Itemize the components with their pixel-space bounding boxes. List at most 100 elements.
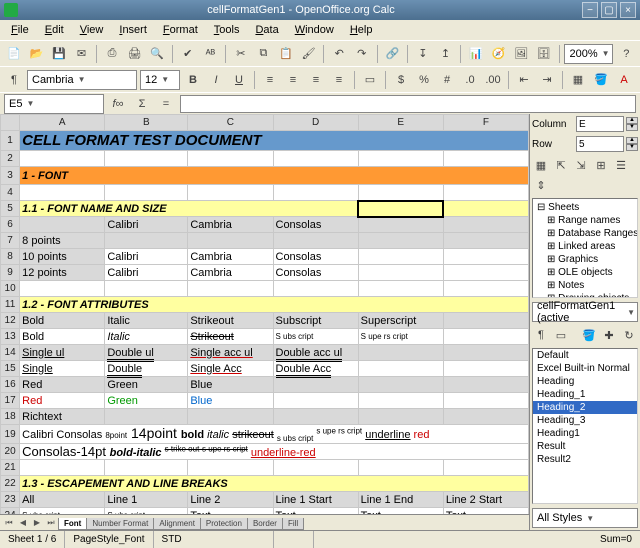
styles-filter-combo[interactable]: All Styles▼ (532, 508, 638, 528)
sheet-tab[interactable]: Font (58, 518, 87, 530)
sheet-tab[interactable]: Fill (282, 518, 304, 530)
number-icon[interactable]: # (437, 70, 457, 90)
nav-column-input[interactable] (576, 116, 624, 132)
tab-next-icon[interactable]: ▶ (30, 518, 44, 527)
name-box[interactable]: E5▼ (4, 94, 104, 114)
bold-icon[interactable]: B (183, 70, 203, 90)
styles-icon[interactable]: ¶ (4, 70, 24, 90)
font-name-combo[interactable]: Cambria▼ (27, 70, 137, 90)
menu-tools[interactable]: Tools (207, 22, 247, 38)
navigator-tree[interactable]: ⊟ Sheets⊞ Range names⊞ Database Ranges⊞ … (532, 198, 638, 298)
style-item[interactable]: Heading_1 (533, 388, 637, 401)
currency-icon[interactable]: $ (391, 70, 411, 90)
border-icon[interactable]: ▦ (568, 70, 588, 90)
style-item[interactable]: Result (533, 440, 637, 453)
fill-format-icon[interactable]: 🪣 (580, 326, 598, 344)
tree-item[interactable]: ⊞ Linked areas (535, 240, 635, 253)
menu-window[interactable]: Window (288, 22, 341, 38)
email-icon[interactable]: ✉ (72, 44, 92, 64)
pdf-icon[interactable]: ⎙ (102, 44, 122, 64)
para-styles-icon[interactable]: ¶ (532, 326, 550, 344)
align-center-icon[interactable]: ≡ (283, 70, 303, 90)
update-style-icon[interactable]: ↻ (620, 326, 638, 344)
paste-icon[interactable]: 📋 (276, 44, 296, 64)
cell-styles-icon[interactable]: ▭ (552, 326, 570, 344)
menu-format[interactable]: Format (156, 22, 205, 38)
tree-item[interactable]: ⊞ Graphics (535, 253, 635, 266)
sort-asc-icon[interactable]: ↧ (413, 44, 433, 64)
active-cell[interactable] (358, 201, 443, 217)
style-item[interactable]: Heading_2 (533, 401, 637, 414)
tree-item[interactable]: ⊟ Sheets (535, 201, 635, 214)
tree-item[interactable]: ⊞ OLE objects (535, 266, 635, 279)
navigator-icon[interactable]: 🧭 (489, 44, 509, 64)
help-icon[interactable]: ? (616, 44, 636, 64)
brush-icon[interactable]: 🖌 (299, 44, 319, 64)
tree-item[interactable]: ⊞ Range names (535, 214, 635, 227)
merge-icon[interactable]: ▭ (360, 70, 380, 90)
maximize-button[interactable]: ▢ (601, 2, 617, 18)
align-left-icon[interactable]: ≡ (260, 70, 280, 90)
percent-icon[interactable]: % (414, 70, 434, 90)
save-icon[interactable]: 💾 (49, 44, 69, 64)
tree-item[interactable]: ⊞ Notes (535, 279, 635, 292)
dec-inc-icon[interactable]: .0 (460, 70, 480, 90)
underline-icon[interactable]: U (229, 70, 249, 90)
redo-icon[interactable]: ↷ (352, 44, 372, 64)
styles-list[interactable]: DefaultExcel Built-in NormalHeadingHeadi… (532, 348, 638, 504)
close-button[interactable]: × (620, 2, 636, 18)
style-item[interactable]: Result2 (533, 453, 637, 466)
autospell-icon[interactable]: ᴬᴮ (201, 44, 221, 64)
italic-icon[interactable]: I (206, 70, 226, 90)
nav-end-icon[interactable]: ⇲ (572, 156, 590, 174)
fx-icon[interactable]: f∞ (108, 94, 128, 114)
style-item[interactable]: Heading1 (533, 427, 637, 440)
sheet-tab[interactable]: Border (247, 518, 283, 530)
align-right-icon[interactable]: ≡ (306, 70, 326, 90)
bgcolor-icon[interactable]: 🪣 (591, 70, 611, 90)
spreadsheet-grid[interactable]: ABCDEF 1CELL FORMAT TEST DOCUMENT 2 31 -… (0, 114, 529, 514)
print-icon[interactable]: 🖨 (125, 44, 145, 64)
menu-insert[interactable]: Insert (112, 22, 154, 38)
equals-icon[interactable]: = (156, 94, 176, 114)
style-item[interactable]: Heading (533, 375, 637, 388)
indent-dec-icon[interactable]: ⇤ (514, 70, 534, 90)
chart-icon[interactable]: 📊 (466, 44, 486, 64)
tab-prev-icon[interactable]: ◀ (16, 518, 30, 527)
style-item[interactable]: Heading_3 (533, 414, 637, 427)
spell-icon[interactable]: ✔ (178, 44, 198, 64)
nav-toggle-icon[interactable]: ⊞ (592, 156, 610, 174)
fontcolor-icon[interactable]: A (614, 70, 634, 90)
sheet-tab[interactable]: Number Format (86, 518, 154, 530)
preview-icon[interactable]: 🔍 (147, 44, 167, 64)
new-style-icon[interactable]: ✚ (600, 326, 618, 344)
sum-icon[interactable]: Σ (132, 94, 152, 114)
copy-icon[interactable]: ⧉ (254, 44, 274, 64)
style-item[interactable]: Excel Built-in Normal (533, 362, 637, 375)
nav-data-icon[interactable]: ▦ (532, 156, 550, 174)
minimize-button[interactable]: − (582, 2, 598, 18)
font-size-combo[interactable]: 12▼ (140, 70, 180, 90)
align-justify-icon[interactable]: ≡ (329, 70, 349, 90)
formula-input[interactable] (180, 95, 636, 113)
status-sum[interactable]: Sum=0 (314, 531, 640, 548)
tree-item[interactable]: ⊞ Database Ranges (535, 227, 635, 240)
navigator-doc-combo[interactable]: cellFormatGen1 (active▼ (532, 302, 638, 322)
nav-row-input[interactable] (576, 136, 624, 152)
undo-icon[interactable]: ↶ (329, 44, 349, 64)
menu-view[interactable]: View (73, 22, 111, 38)
menu-data[interactable]: Data (248, 22, 285, 38)
nav-scenarios-icon[interactable]: ☰ (612, 156, 630, 174)
nav-dragmode-icon[interactable]: ⇕ (532, 176, 550, 194)
menu-edit[interactable]: Edit (38, 22, 71, 38)
menu-file[interactable]: File (4, 22, 36, 38)
datasources-icon[interactable]: 🗄 (534, 44, 554, 64)
open-icon[interactable]: 📂 (27, 44, 47, 64)
tab-first-icon[interactable]: ⏮ (2, 518, 16, 528)
gallery-icon[interactable]: 🖼 (511, 44, 531, 64)
new-doc-icon[interactable]: 📄 (4, 44, 24, 64)
sort-desc-icon[interactable]: ↥ (436, 44, 456, 64)
dec-dec-icon[interactable]: .00 (483, 70, 503, 90)
zoom-combo[interactable]: 200%▼ (564, 44, 613, 64)
menu-help[interactable]: Help (343, 22, 380, 38)
